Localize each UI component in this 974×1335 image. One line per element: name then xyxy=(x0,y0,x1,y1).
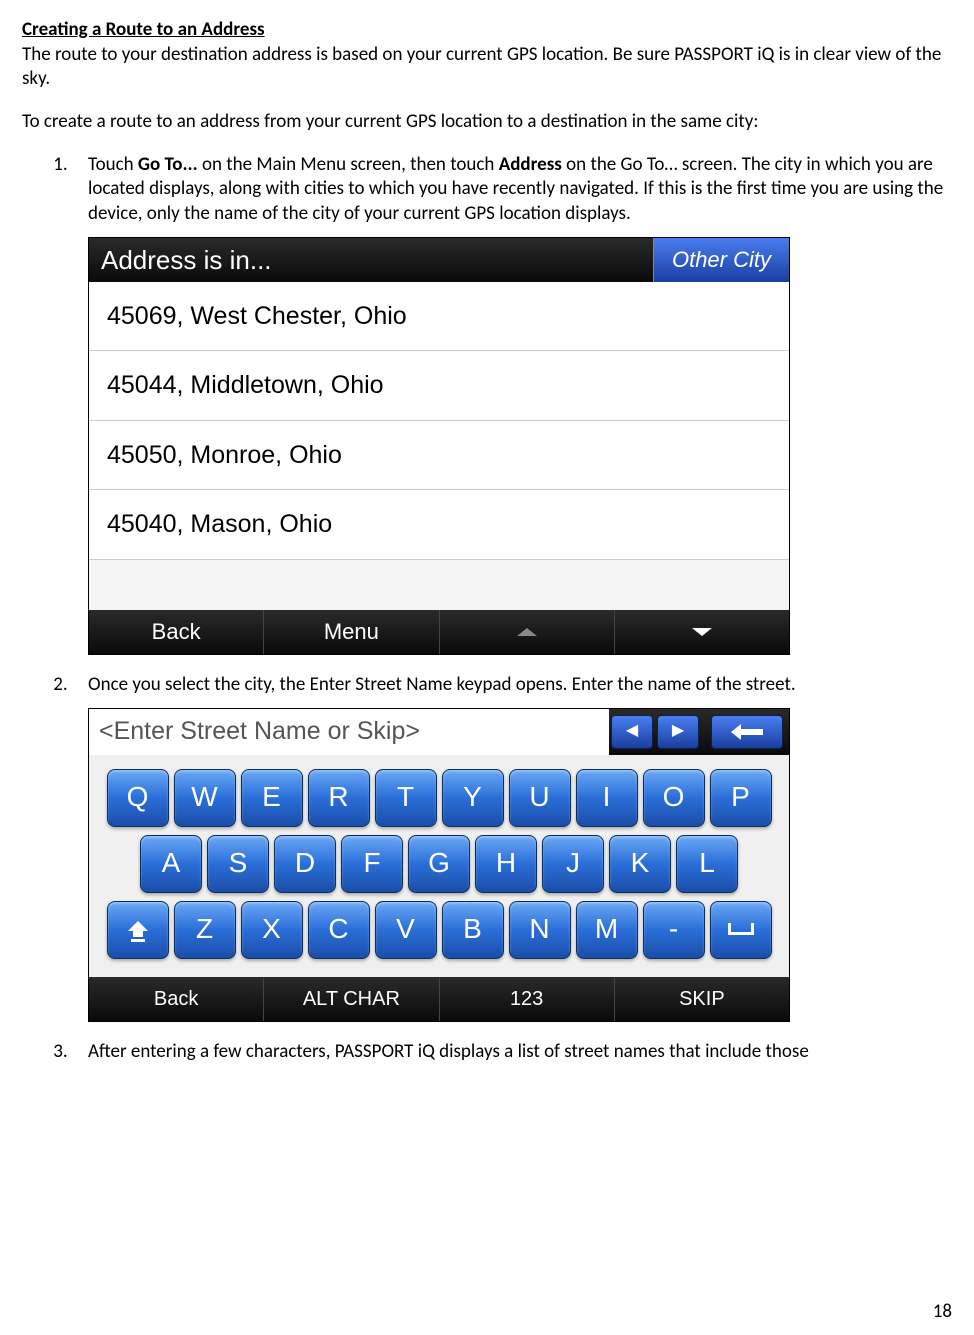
intro-text: The route to your destination address is… xyxy=(22,43,941,91)
section-title: Creating a Route to an Address xyxy=(22,18,265,41)
cursor-right-button[interactable]: ▶ xyxy=(657,715,699,749)
key-dash[interactable]: - xyxy=(643,901,705,959)
key-c[interactable]: C xyxy=(308,901,370,959)
key-v[interactable]: V xyxy=(375,901,437,959)
key-y[interactable]: Y xyxy=(442,769,504,827)
page-number: 18 xyxy=(933,1300,952,1325)
lead-text: To create a route to an address from you… xyxy=(22,110,952,135)
street-input[interactable]: <Enter Street Name or Skip> xyxy=(89,709,609,755)
key-i[interactable]: I xyxy=(576,769,638,827)
key-q[interactable]: Q xyxy=(107,769,169,827)
kb-123-button[interactable]: 123 xyxy=(440,977,615,1021)
backspace-button[interactable] xyxy=(711,715,783,749)
step-1-text-c: on the Main Menu screen, then touch xyxy=(198,153,499,176)
key-g[interactable]: G xyxy=(408,835,470,893)
address-header-title: Address is in... xyxy=(89,238,653,282)
keyboard-screen: <Enter Street Name or Skip> ◀ ▶ Q W E R … xyxy=(88,708,790,1022)
step-3: After entering a few characters, PASSPOR… xyxy=(72,1040,952,1065)
key-h[interactable]: H xyxy=(475,835,537,893)
key-e[interactable]: E xyxy=(241,769,303,827)
space-icon xyxy=(726,921,756,939)
key-u[interactable]: U xyxy=(509,769,571,827)
keyboard-area: Q W E R T Y U I O P A S D F G H J K L xyxy=(89,755,789,977)
key-r[interactable]: R xyxy=(308,769,370,827)
city-row[interactable]: 45050, Monroe, Ohio xyxy=(89,421,789,491)
key-a[interactable]: A xyxy=(140,835,202,893)
step-2: Once you select the city, the Enter Stre… xyxy=(72,673,952,1022)
key-x[interactable]: X xyxy=(241,901,303,959)
triangle-down-icon xyxy=(692,628,712,636)
key-k[interactable]: K xyxy=(609,835,671,893)
city-row[interactable]: 45044, Middletown, Ohio xyxy=(89,351,789,421)
key-p[interactable]: P xyxy=(710,769,772,827)
keyboard-row-1: Q W E R T Y U I O P xyxy=(97,769,781,827)
menu-button[interactable]: Menu xyxy=(264,610,439,654)
scroll-up-button[interactable] xyxy=(440,610,615,654)
key-t[interactable]: T xyxy=(375,769,437,827)
address-screen: Address is in... Other City 45069, West … xyxy=(88,237,790,655)
keyboard-row-2: A S D F G H J K L xyxy=(97,835,781,893)
key-n[interactable]: N xyxy=(509,901,571,959)
steps-list: Touch Go To... on the Main Menu screen, … xyxy=(22,153,952,1064)
cursor-left-button[interactable]: ◀ xyxy=(611,715,653,749)
key-b[interactable]: B xyxy=(442,901,504,959)
key-s[interactable]: S xyxy=(207,835,269,893)
back-button[interactable]: Back xyxy=(89,610,264,654)
backspace-icon xyxy=(731,724,763,740)
kb-altchar-button[interactable]: ALT CHAR xyxy=(264,977,439,1021)
kb-skip-button[interactable]: SKIP xyxy=(615,977,789,1021)
city-list: 45069, West Chester, Ohio 45044, Middlet… xyxy=(89,282,789,610)
step-2-text: Once you select the city, the Enter Stre… xyxy=(88,673,796,696)
step-1-text-a: Touch xyxy=(88,153,138,176)
triangle-up-icon xyxy=(517,628,537,636)
keyboard-header: <Enter Street Name or Skip> ◀ ▶ xyxy=(89,709,789,755)
key-l[interactable]: L xyxy=(676,835,738,893)
key-w[interactable]: W xyxy=(174,769,236,827)
city-row[interactable]: 45040, Mason, Ohio xyxy=(89,490,789,560)
key-space[interactable] xyxy=(710,901,772,959)
key-d[interactable]: D xyxy=(274,835,336,893)
key-m[interactable]: M xyxy=(576,901,638,959)
other-city-button[interactable]: Other City xyxy=(653,238,789,282)
scroll-down-button[interactable] xyxy=(615,610,789,654)
step-1-address: Address xyxy=(499,153,562,176)
key-o[interactable]: O xyxy=(643,769,705,827)
step-1-goto: Go To... xyxy=(138,153,198,176)
key-shift[interactable] xyxy=(107,901,169,959)
keyboard-footer: Back ALT CHAR 123 SKIP xyxy=(89,977,789,1021)
address-header: Address is in... Other City xyxy=(89,238,789,282)
address-footer: Back Menu xyxy=(89,610,789,654)
key-z[interactable]: Z xyxy=(174,901,236,959)
document-body: Creating a Route to an Address The route… xyxy=(22,18,952,1064)
kb-back-button[interactable]: Back xyxy=(89,977,264,1021)
city-row[interactable]: 45069, West Chester, Ohio xyxy=(89,282,789,352)
step-3-text: After entering a few characters, PASSPOR… xyxy=(88,1040,809,1063)
keyboard-row-3: Z X C V B N M - xyxy=(97,901,781,959)
key-j[interactable]: J xyxy=(542,835,604,893)
step-1: Touch Go To... on the Main Menu screen, … xyxy=(72,153,952,655)
key-f[interactable]: F xyxy=(341,835,403,893)
shift-icon xyxy=(125,917,151,943)
empty-row xyxy=(89,560,789,610)
